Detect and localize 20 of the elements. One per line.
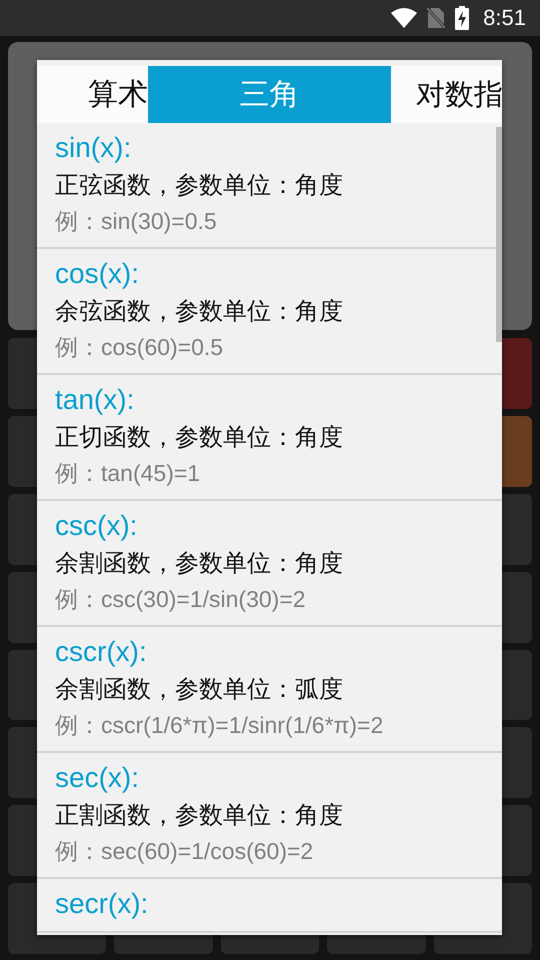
function-name: sin(x): xyxy=(55,131,132,165)
function-example: 例：cos(60)=0.5 xyxy=(55,333,224,362)
function-description: 余割函数，参数单位：角度 xyxy=(55,549,343,579)
function-description: 正切函数，参数单位：角度 xyxy=(55,423,343,453)
function-name: tan(x): xyxy=(55,383,134,417)
clock-time: 8:51 xyxy=(483,5,526,31)
function-description: 余弦函数，参数单位：角度 xyxy=(55,297,343,327)
function-example: 例：sin(30)=0.5 xyxy=(55,207,217,236)
function-example: 例：tan(45)=1 xyxy=(55,459,200,488)
function-name: sec(x): xyxy=(55,761,139,795)
function-name: csc(x): xyxy=(55,509,138,543)
function-example: 例：csc(30)=1/sin(30)=2 xyxy=(55,585,306,614)
function-name: secr(x): xyxy=(55,887,148,921)
function-description: 正割函数，参数单位：角度 xyxy=(55,801,343,831)
function-description: 正弦函数，参数单位：角度 xyxy=(55,171,343,201)
function-description: 余割函数，参数单位：弧度 xyxy=(55,675,343,705)
function-example: 例：cscr(1/6*π)=1/sinr(1/6*π)=2 xyxy=(55,711,384,740)
function-name: cscr(x): xyxy=(55,635,147,669)
function-name: cos(x): xyxy=(55,257,139,291)
function-example: 例：sec(60)=1/cos(60)=2 xyxy=(55,837,314,866)
